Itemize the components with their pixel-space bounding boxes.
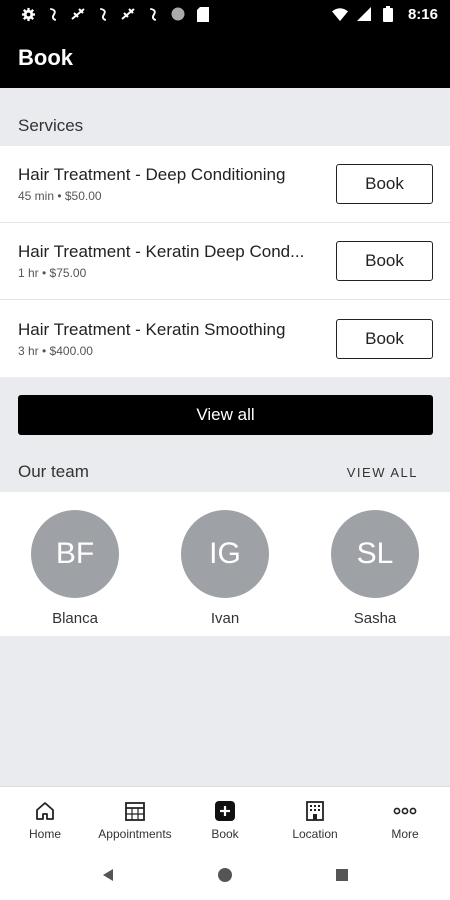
- team-member[interactable]: BF Blanca: [0, 492, 150, 636]
- service-duration-price: 1 hr • $75.00: [18, 266, 87, 280]
- system-navigation-bar: [0, 850, 450, 900]
- home-circle-icon[interactable]: [213, 863, 237, 887]
- status-bar: 8:16: [0, 0, 450, 28]
- service-item[interactable]: Hair Treatment - Keratin Deep Cond... 1 …: [0, 223, 450, 300]
- gear-icon: [20, 6, 36, 22]
- book-button[interactable]: Book: [336, 241, 433, 281]
- book-plus-icon: [213, 799, 237, 823]
- nav-item-book[interactable]: Book: [180, 787, 270, 850]
- team-heading: Our team: [18, 462, 89, 481]
- service-info: Hair Treatment - Deep Conditioning 45 mi…: [18, 165, 326, 203]
- nav-item-more[interactable]: More: [360, 787, 450, 850]
- nav-label: More: [391, 827, 419, 841]
- nav-label: Book: [211, 827, 239, 841]
- app-bar: Book: [0, 28, 450, 88]
- member-name: Ivan: [210, 610, 240, 627]
- member-name: Blanca: [52, 610, 98, 627]
- satellite-icon: [70, 6, 86, 22]
- page-title: Book: [18, 45, 73, 70]
- service-duration-price: 3 hr • $400.00: [18, 343, 93, 358]
- wifi-icon: [331, 6, 348, 22]
- service-name: Hair Treatment - Keratin Deep Cond...: [18, 242, 305, 261]
- building-icon: [303, 799, 327, 823]
- cast-icon: [95, 6, 111, 22]
- service-item[interactable]: Hair Treatment - Keratin Smoothing 3 hr …: [0, 300, 450, 377]
- satellite-icon: [120, 6, 136, 22]
- services-heading: Services: [18, 116, 84, 135]
- book-button[interactable]: Book: [336, 164, 433, 204]
- team-member[interactable]: IG Ivan: [150, 492, 300, 636]
- service-name: Hair Treatment - Keratin Smoothing: [18, 319, 286, 339]
- back-icon[interactable]: [96, 863, 120, 887]
- nav-item-home[interactable]: Home: [0, 787, 90, 850]
- services-list: Hair Treatment - Deep Conditioning 45 mi…: [0, 146, 450, 377]
- cast-icon: [145, 6, 161, 22]
- signal-icon: [356, 6, 372, 22]
- circle-icon: [170, 6, 186, 22]
- more-dots-icon: [393, 799, 417, 823]
- avatar: SL: [331, 510, 419, 598]
- nav-label: Home: [28, 827, 61, 841]
- avatar: IG: [181, 510, 269, 598]
- view-all-team-link[interactable]: VIEW ALL: [347, 465, 432, 480]
- calendar-icon: [123, 799, 147, 823]
- service-item[interactable]: Hair Treatment - Deep Conditioning 45 mi…: [0, 146, 450, 223]
- home-icon: [33, 799, 57, 823]
- cast-icon: [45, 6, 61, 22]
- book-button[interactable]: Book: [336, 318, 433, 359]
- battery-icon: [380, 6, 396, 22]
- recents-icon[interactable]: [330, 863, 354, 887]
- nav-item-location[interactable]: Location: [270, 787, 360, 850]
- nav-label: Appointments: [98, 827, 172, 841]
- team-member[interactable]: SL Sasha: [300, 492, 450, 636]
- member-name: Sasha: [353, 610, 397, 627]
- service-info: Hair Treatment - Keratin Deep Cond... 1 …: [18, 242, 326, 280]
- status-time: 8:16: [407, 5, 438, 23]
- bottom-navigation: Home Appointments Book Location More: [0, 786, 450, 850]
- nav-item-appointments[interactable]: Appointments: [90, 787, 180, 850]
- sd-card-icon: [195, 6, 211, 22]
- service-name: Hair Treatment - Deep Conditioning: [18, 165, 286, 184]
- nav-label: Location: [292, 827, 338, 841]
- team-list: BF Blanca IG Ivan SL Sasha: [0, 492, 450, 636]
- avatar: BF: [31, 510, 119, 598]
- service-duration-price: 45 min • $50.00: [18, 189, 102, 203]
- view-all-services-button[interactable]: View all: [18, 395, 433, 435]
- service-info: Hair Treatment - Keratin Smoothing 3 hr …: [18, 320, 326, 358]
- status-bar-system: 8:16: [331, 5, 438, 23]
- status-bar-notifications: [20, 6, 211, 22]
